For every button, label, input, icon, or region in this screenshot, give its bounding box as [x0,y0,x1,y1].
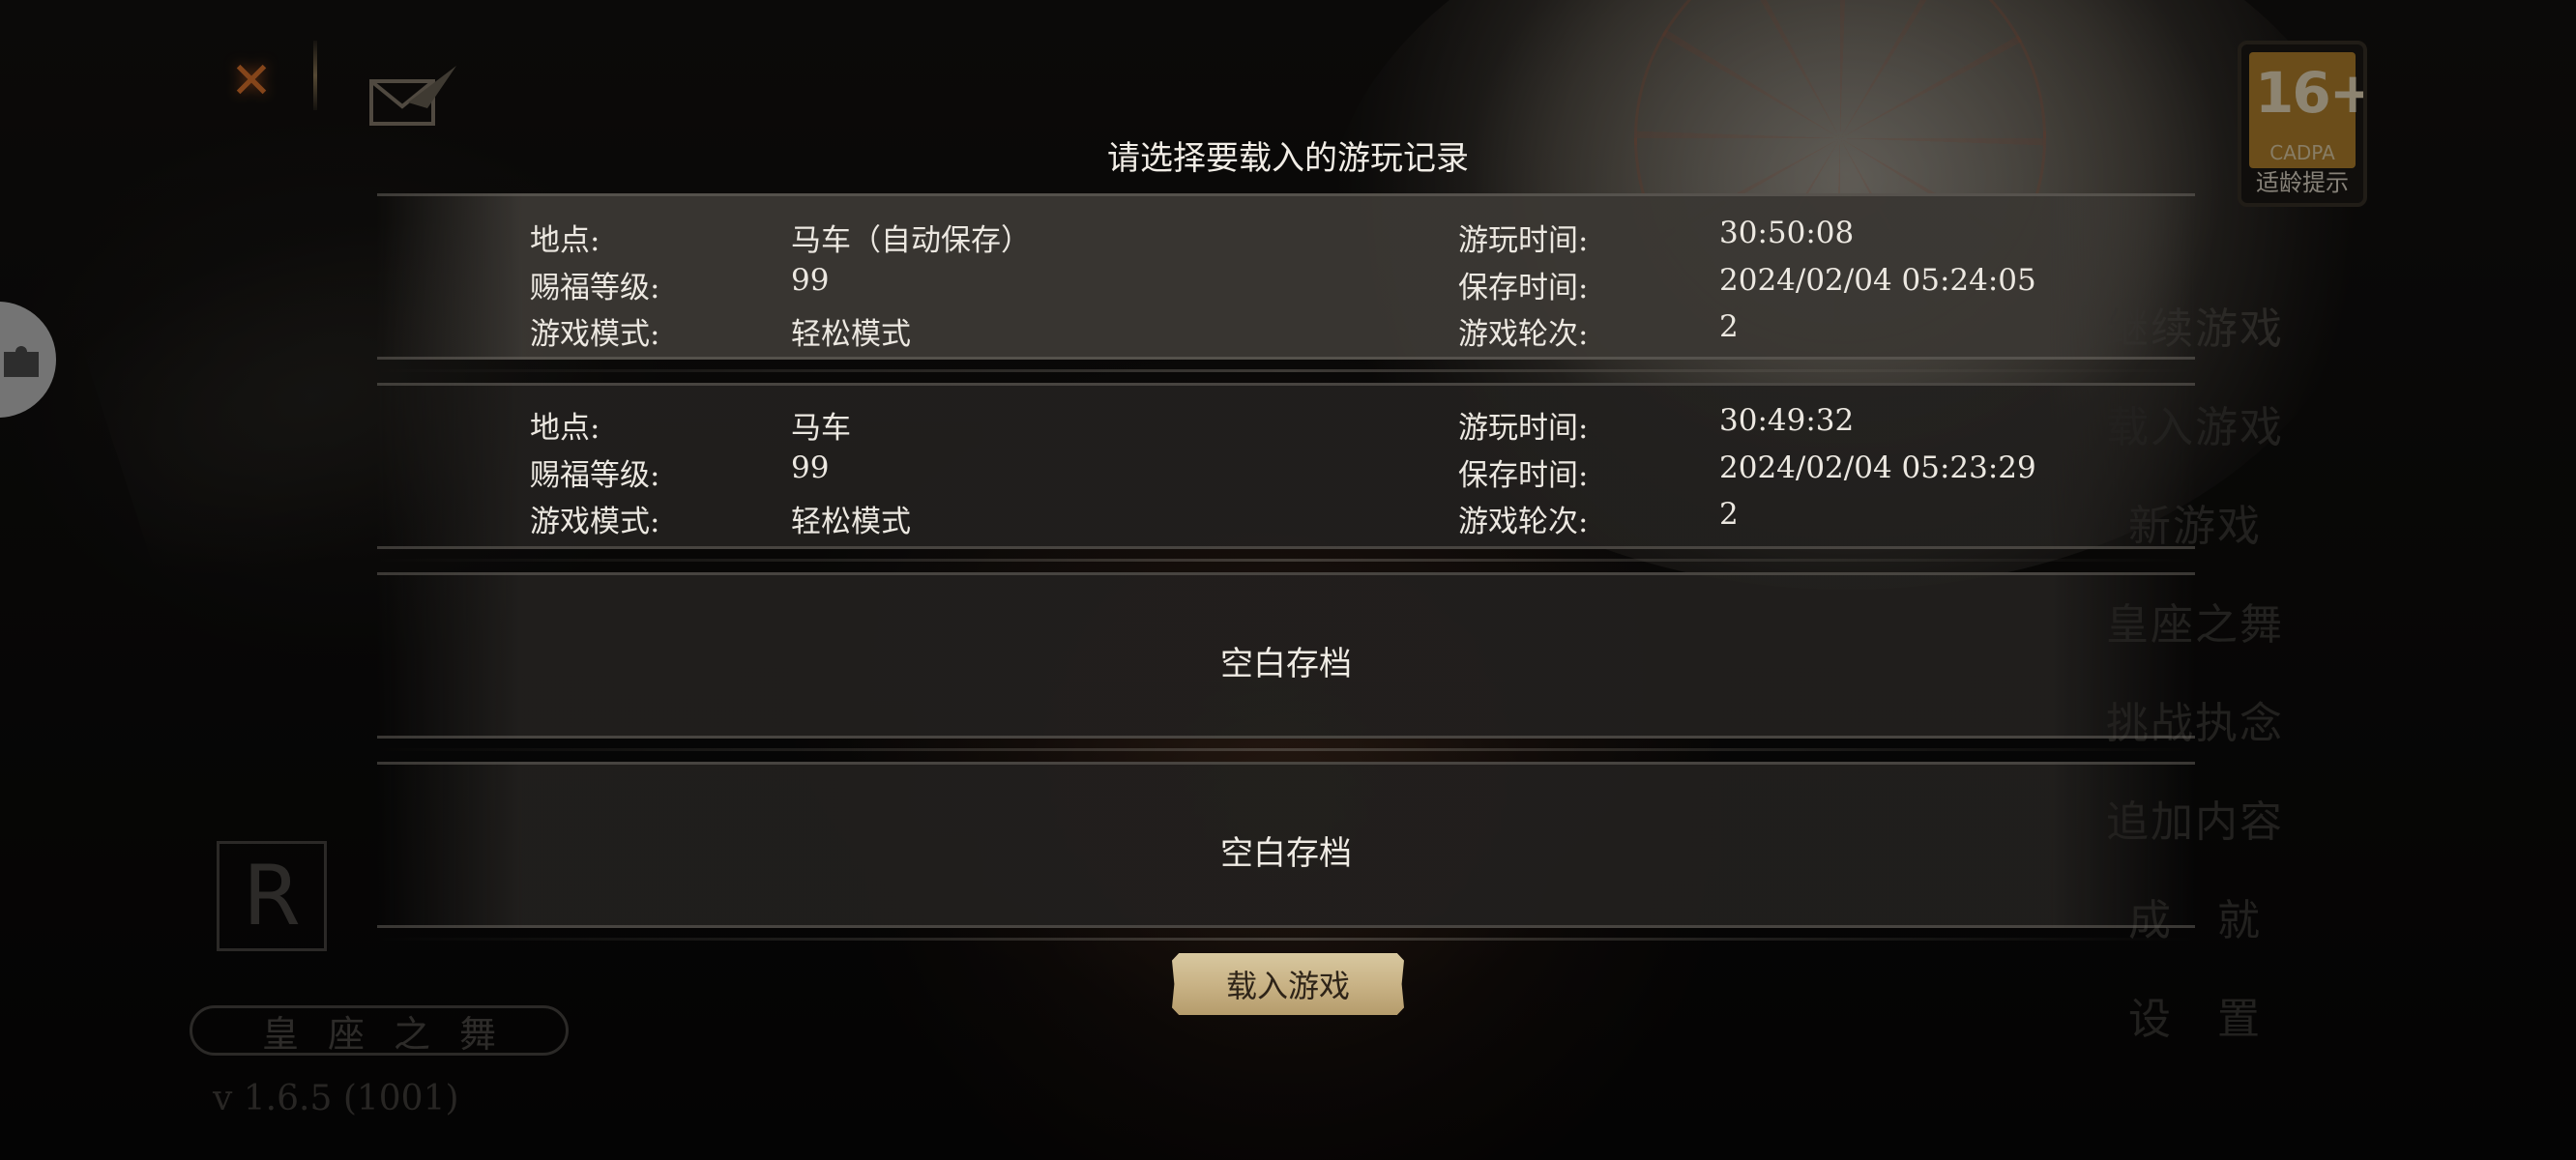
label-round: 游戏轮次: [1458,317,1589,352]
save-slot-1[interactable]: 地点: 马车（自动保存） 游玩时间: 30:50:08 赐福等级: 99 保存时… [377,193,2195,372]
value-mode: 轻松模式 [791,505,911,539]
save-slot-2[interactable]: 地点: 马车 游玩时间: 30:49:32 赐福等级: 99 保存时间: 202… [377,383,2195,562]
value-mode: 轻松模式 [791,317,911,352]
value-level: 99 [791,450,830,485]
label-mode: 游戏模式: [530,505,660,539]
value-round: 2 [1719,309,1739,344]
label-round: 游戏轮次: [1458,505,1589,539]
load-game-button[interactable]: 载入游戏 [1172,953,1404,1015]
label-level: 赐福等级: [530,271,660,305]
value-playtime: 30:50:08 [1719,216,1855,250]
value-savetime: 2024/02/04 05:24:05 [1719,263,2036,298]
label-level: 赐福等级: [530,458,660,493]
value-playtime: 30:49:32 [1719,403,1855,438]
value-round: 2 [1719,497,1739,532]
empty-slot-label: 空白存档 [1220,834,1352,873]
value-location: 马车 [791,411,851,446]
value-level: 99 [791,263,830,298]
label-playtime: 游玩时间: [1458,411,1589,446]
save-slot-3[interactable]: 空白存档 [377,572,2195,751]
empty-slot-label: 空白存档 [1220,645,1352,683]
label-location: 地点: [530,411,600,446]
label-location: 地点: [530,223,600,258]
label-playtime: 游玩时间: [1458,223,1589,258]
label-savetime: 保存时间: [1458,271,1589,305]
value-savetime: 2024/02/04 05:23:29 [1719,450,2036,485]
value-location: 马车（自动保存） [791,223,1031,258]
save-slot-4[interactable]: 空白存档 [377,762,2195,941]
label-mode: 游戏模式: [530,317,660,352]
label-savetime: 保存时间: [1458,458,1589,493]
dialog-title: 请选择要载入的游玩记录 [1107,139,1469,178]
